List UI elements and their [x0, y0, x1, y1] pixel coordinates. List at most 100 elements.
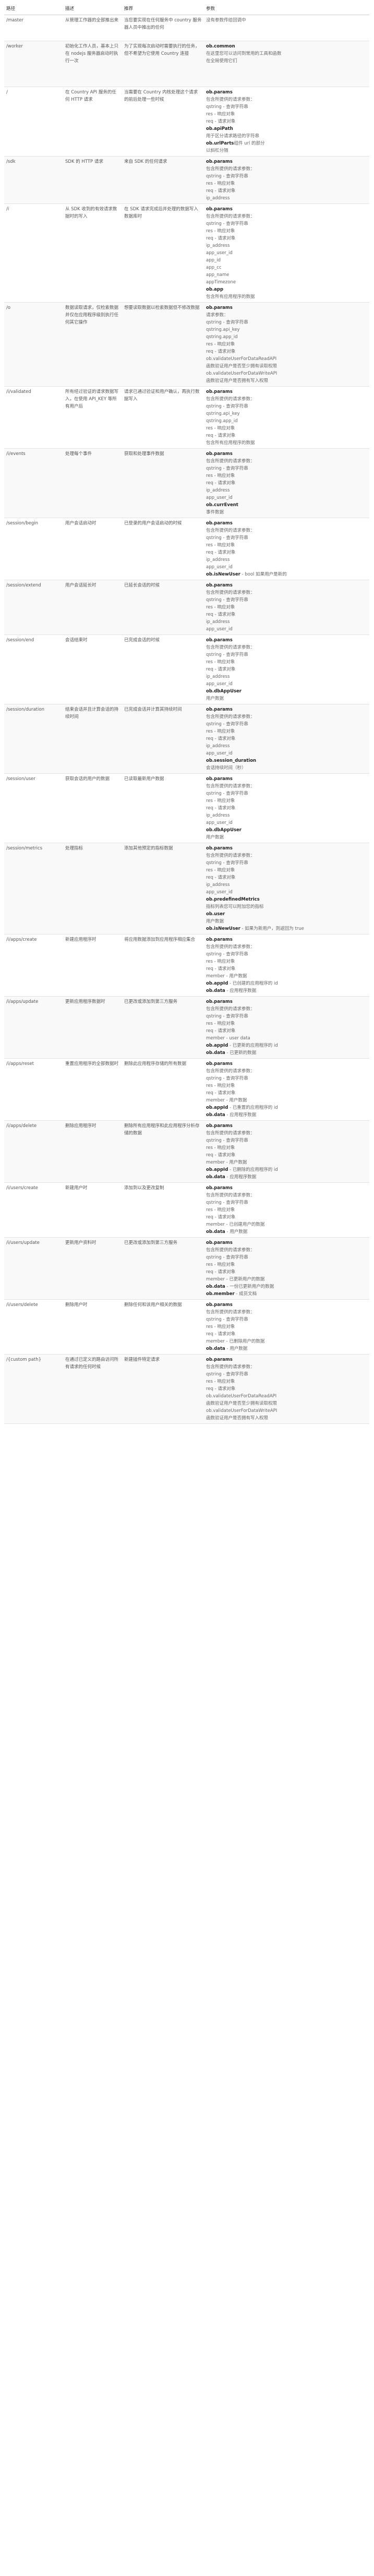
param-line: ob.params — [206, 998, 367, 1005]
param-line: qstring - 查询字符串 — [206, 465, 367, 472]
table-row: /i/apps/reset 重置应用程序的全部数据时 删除此应用程序存储的所有数据 o… — [4, 1058, 369, 1121]
row-path: /session/extend — [4, 580, 63, 635]
table-row: /i 从 SDK 收到的有效请求数据时的写入在 SDK 请求完成后并处理的数据写入… — [4, 203, 369, 303]
param-line: ob.data - 应用程序数据 — [206, 1111, 367, 1119]
param-line: req - 请求对象 — [206, 1214, 367, 1221]
param-line: res - 响应对象 — [206, 604, 367, 611]
param-line: ob.session_duration — [206, 757, 367, 764]
param-desc: req - 请求对象 — [206, 1386, 236, 1392]
param-desc: res - 响应对象 — [206, 1083, 235, 1088]
param-desc: app_user_id — [206, 627, 233, 632]
param-key: ob.params — [206, 1061, 233, 1067]
param-desc: member - 已删除用户的数据 — [206, 1339, 265, 1344]
param-line: ip_address — [206, 812, 367, 819]
param-line: ip_address — [206, 881, 367, 889]
param-desc: 用户数据 — [206, 919, 224, 924]
row-description: 从 SDK 收到的有效请求数据时的写入 — [63, 203, 122, 303]
param-desc: 函数验证用户是否至少拥有读取权限 — [206, 364, 278, 369]
param-desc: qstring - 查询字符串 — [206, 404, 248, 409]
row-description: 会话结束时 — [63, 634, 122, 704]
table-header-row: 路径 描述 推荐 参数 — [4, 3, 369, 15]
param-line: ob.data - 应用程序数据 — [206, 1173, 367, 1181]
param-desc: qstring - 查询字符串 — [206, 597, 248, 603]
row-notes: 已完成会话的时候 — [122, 634, 204, 704]
param-line: 包含所提供的请求参数： — [206, 1363, 367, 1371]
row-path: /session/duration — [4, 704, 63, 774]
row-notes: 添加到以及更改复制 — [122, 1182, 204, 1238]
param-line: 包含所提供的请求参数： — [206, 783, 367, 790]
param-line: res - 响应对象 — [206, 341, 367, 348]
param-key: ob.data — [206, 1050, 225, 1056]
param-line: ob.validateUserForDataWriteAPI — [206, 370, 367, 377]
param-desc: qstring - 查询字符串 — [206, 952, 248, 957]
param-line: qstring - 查询字符串 — [206, 651, 367, 658]
row-notes: 已登录的用户会话启动的时候 — [122, 518, 204, 580]
param-line: member - 用户数据 — [206, 973, 367, 980]
param-line: 在全局使用它们 — [206, 57, 367, 65]
param-desc: 包含所提供的请求参数： — [206, 645, 255, 650]
param-desc: res - 响应对象 — [206, 605, 235, 610]
param-desc: req - 请求对象 — [206, 667, 236, 672]
param-line: res - 响应对象 — [206, 1082, 367, 1089]
param-desc: 包含所提供的请求参数： — [206, 784, 255, 789]
param-line: 函数验证用户是否至少拥有读取权限 — [206, 1400, 367, 1407]
param-line: ob.dbAppUser — [206, 688, 367, 695]
param-key: ob.params — [206, 1240, 233, 1245]
param-desc: app_user_id — [206, 681, 233, 687]
row-notes: 删除所有应用程序和此应用程序分析存储的数据 — [122, 1120, 204, 1183]
param-key: ob.appId — [206, 981, 228, 986]
param-line: ip_address — [206, 195, 367, 202]
param-line: app_user_id — [206, 564, 367, 571]
param-line: ob.currEvent — [206, 501, 367, 509]
row-notes: 新建插件特定请求 — [122, 1354, 204, 1424]
param-line: qstring.api_key — [206, 326, 367, 333]
param-key: ob.app — [206, 287, 224, 292]
param-desc: - bool 如果用户是新的 — [240, 572, 287, 577]
param-desc: ip_address — [206, 619, 230, 625]
param-desc: req - 请求对象 — [206, 612, 236, 617]
param-desc: 包含所提供的请求参数： — [206, 528, 255, 533]
param-line: ob.params — [206, 89, 367, 96]
param-desc: req - 请求对象 — [206, 1153, 236, 1158]
table-row: /i/validated 所有经过验证的请求数据写入，在使用 API_KEY 等所… — [4, 386, 369, 449]
param-desc: res - 响应对象 — [206, 342, 235, 347]
param-line: req - 请求对象 — [206, 1027, 367, 1035]
param-key: ob.appId — [206, 1167, 228, 1172]
param-desc: 包含所提供的请求参数： — [206, 97, 255, 102]
param-desc: - 用户数据 — [225, 1229, 248, 1235]
param-desc: 包含所提供的请求参数： — [206, 1007, 255, 1012]
param-desc: 包含所提供的请求参数： — [206, 714, 255, 720]
row-description: SDK 的 HTTP 请求 — [63, 156, 122, 204]
row-path: /i — [4, 203, 63, 303]
row-path: /i/users/create — [4, 1182, 63, 1238]
param-key: ob.params — [206, 1302, 233, 1308]
param-line: qstring - 查询字符串 — [206, 1254, 367, 1261]
param-desc: qstring - 查询字符串 — [206, 860, 248, 866]
param-desc: 事件数据 — [206, 510, 224, 515]
row-description: 在通过已定义的路由访问所有请求的任何时候 — [63, 1354, 122, 1424]
param-line: ob.common — [206, 43, 367, 50]
param-desc: qstring - 查询字符串 — [206, 466, 248, 471]
param-line: qstring.app_id — [206, 417, 367, 425]
param-desc: ob.validateUserForDataReadAPI — [206, 1394, 277, 1399]
header-description: 描述 — [63, 3, 122, 15]
param-desc: app_user_id — [206, 890, 233, 895]
param-desc: 函数验证用户是否拥有写入权限 — [206, 1416, 269, 1421]
param-key: ob.data — [206, 1284, 225, 1289]
table-row: /i/users/update 更新用户资料时 已更改或添加到第三方服务 ob.par… — [4, 1237, 369, 1300]
param-line: ob.params — [206, 1184, 367, 1192]
param-line: app_user_id — [206, 626, 367, 633]
param-key: ob.params — [206, 389, 233, 394]
row-notes: 为了实现每次启动时需要执行的任务，但不希望为它使用 Country 连接 — [122, 41, 204, 87]
param-desc: qstring - 查询字符串 — [206, 722, 248, 727]
param-line: qstring.api_key — [206, 410, 367, 417]
param-desc: app_user_id — [206, 495, 233, 500]
param-key: ob.dbAppUser — [206, 689, 242, 694]
param-line: res - 响应对象 — [206, 1261, 367, 1268]
param-desc: qstring - 查询字符串 — [206, 1076, 248, 1081]
table-row: /session/begin 用户会话启动时 已登录的用户会话启动的时候 ob.par… — [4, 518, 369, 580]
param-desc: ob.validateUserForDataWriteAPI — [206, 1408, 278, 1413]
table-row: /sdk SDK 的 HTTP 请求 来自 SDK 的任何请求 ob.params 包含… — [4, 156, 369, 204]
param-desc: req - 请求对象 — [206, 1215, 236, 1220]
param-line: req - 请求对象 — [206, 1385, 367, 1393]
